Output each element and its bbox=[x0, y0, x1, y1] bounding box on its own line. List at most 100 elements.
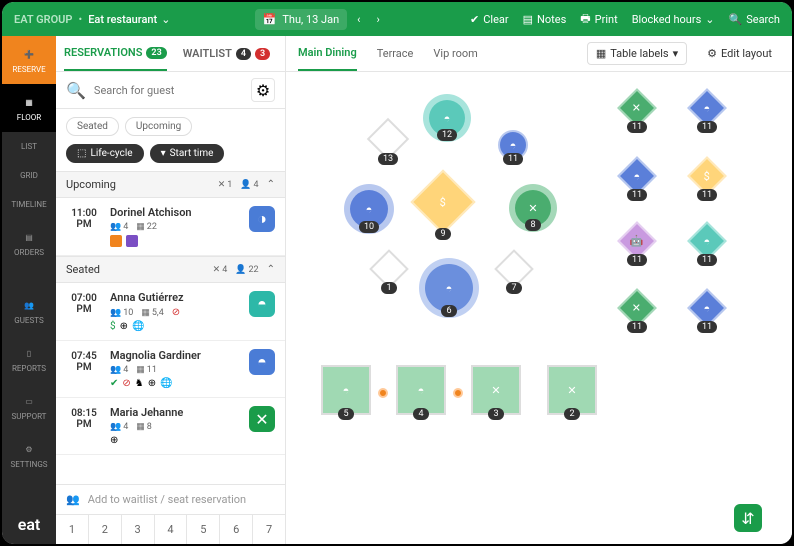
table[interactable]: ◓11 bbox=[693, 294, 721, 333]
sidebar-grid[interactable]: GRID bbox=[2, 161, 56, 190]
page-button[interactable]: 6 bbox=[220, 515, 253, 544]
sidebar-orders[interactable]: ▤ORDERS bbox=[2, 219, 56, 267]
table[interactable]: $9 bbox=[420, 179, 466, 240]
table[interactable]: ✕11 bbox=[623, 294, 651, 333]
gear-icon: ⚙ bbox=[21, 441, 37, 457]
page-button[interactable]: 5 bbox=[187, 515, 220, 544]
table[interactable]: ◓4 bbox=[396, 365, 446, 420]
sidebar-floor[interactable]: ▦FLOOR bbox=[2, 84, 56, 132]
status-badge[interactable]: ✕ bbox=[249, 406, 275, 432]
chevron-up-icon: ⌃ bbox=[267, 179, 275, 190]
filter-button[interactable]: ⚙ bbox=[251, 78, 275, 102]
table[interactable]: 13 bbox=[373, 124, 403, 165]
table[interactable]: ◓12 bbox=[429, 100, 465, 141]
logo: eat bbox=[2, 505, 56, 544]
table[interactable]: ◓11 bbox=[498, 130, 528, 165]
section-upcoming[interactable]: Upcoming ✕ 1 👤 4 ⌃ bbox=[56, 171, 285, 198]
guest-name: Maria Jehanne bbox=[110, 406, 241, 419]
sidebar-settings[interactable]: ⚙SETTINGS bbox=[2, 431, 56, 479]
blocked-hours-button[interactable]: Blocked hours ⌄ bbox=[632, 13, 715, 26]
table[interactable]: ◓11 bbox=[693, 227, 721, 266]
chip-upcoming[interactable]: Upcoming bbox=[125, 117, 192, 136]
clear-button[interactable]: ✔ Clear bbox=[470, 13, 509, 26]
floor-area: Main Dining Terrace Vip room ▦ Table lab… bbox=[286, 36, 792, 544]
reservation-time: 11:00 PM bbox=[66, 206, 102, 230]
floor-tab-terrace[interactable]: Terrace bbox=[377, 36, 414, 71]
status-badge[interactable]: ◓ bbox=[249, 349, 275, 375]
reports-icon: ▯ bbox=[21, 345, 37, 361]
page-button[interactable]: 1 bbox=[56, 515, 89, 544]
status-badge[interactable]: ◑ bbox=[249, 206, 275, 232]
floor-tab-main[interactable]: Main Dining bbox=[298, 36, 357, 71]
next-day-button[interactable]: › bbox=[370, 9, 385, 30]
table-labels-button[interactable]: ▦ Table labels ▾ bbox=[587, 42, 687, 65]
pager: 1 2 3 4 5 6 7 bbox=[56, 514, 285, 544]
page-button[interactable]: 3 bbox=[122, 515, 155, 544]
brand: EAT GROUP bbox=[14, 13, 72, 26]
floor-action-button[interactable]: ⇵ bbox=[734, 504, 762, 532]
guests-icon: 👥 bbox=[21, 297, 37, 313]
table[interactable]: ◓5 bbox=[321, 365, 371, 420]
table[interactable]: ◓11 bbox=[623, 162, 651, 201]
page-button[interactable]: 2 bbox=[89, 515, 122, 544]
floor-canvas[interactable]: ⇵ 13 ◓12 ◓11 ◓10 $9 ✕8 1 7 ◓6 ✕11 ◓11 ◓11 $11 🤖11 ◓11 ✕… bbox=[286, 72, 792, 544]
support-icon: ▭ bbox=[21, 393, 37, 409]
edit-layout-button[interactable]: ⚙ Edit layout bbox=[699, 43, 780, 64]
chevron-up-icon: ⌃ bbox=[267, 264, 275, 275]
table[interactable]: ✕2 bbox=[547, 365, 597, 420]
chevron-down-icon: ▾ bbox=[161, 148, 166, 159]
reservation-time: 07:45 PM bbox=[66, 349, 102, 373]
sidebar-timeline[interactable]: TIMELINE bbox=[2, 190, 56, 219]
chip-start-time[interactable]: ▾Start time bbox=[150, 144, 225, 163]
calendar-icon: 📅 bbox=[263, 13, 277, 26]
tab-reservations[interactable]: RESERVATIONS23 bbox=[64, 36, 167, 71]
chip-seated[interactable]: Seated bbox=[66, 117, 119, 136]
lifecycle-icon: ⬚ bbox=[77, 148, 86, 159]
reservation-card[interactable]: 11:00 PM Dorinel Atchison 👥 4▦ 22 ◑ bbox=[56, 198, 285, 256]
guest-name: Magnolia Gardiner bbox=[110, 349, 241, 362]
chip-lifecycle[interactable]: ⬚Life-cycle bbox=[66, 144, 144, 163]
table[interactable]: 1 bbox=[375, 255, 403, 294]
date-picker[interactable]: 📅 Thu, 13 Jan bbox=[255, 9, 348, 30]
sidebar: ➕RESERVE ▦FLOOR LIST GRID TIMELINE ▤ORDE… bbox=[2, 36, 56, 544]
print-button[interactable]: 🖶 Print bbox=[580, 10, 617, 29]
search-input[interactable] bbox=[94, 84, 243, 97]
table[interactable]: ✕8 bbox=[515, 190, 551, 231]
sidebar-guests[interactable]: 👥GUESTS bbox=[2, 287, 56, 335]
guest-name: Dorinel Atchison bbox=[110, 206, 241, 219]
table[interactable]: ◓6 bbox=[425, 264, 473, 317]
chevron-down-icon: ⌄ bbox=[161, 13, 170, 26]
prev-day-button[interactable]: ‹ bbox=[351, 9, 366, 30]
table[interactable]: ◓10 bbox=[350, 190, 388, 233]
sidebar-list[interactable]: LIST bbox=[2, 132, 56, 161]
status-badge[interactable]: ◓ bbox=[249, 291, 275, 317]
location-selector[interactable]: Eat restaurant bbox=[88, 13, 157, 26]
add-waitlist-button[interactable]: 👥 Add to waitlist / seat reservation bbox=[56, 485, 285, 514]
sidebar-support[interactable]: ▭SUPPORT bbox=[2, 383, 56, 431]
table[interactable]: $11 bbox=[693, 162, 721, 201]
page-button[interactable]: 7 bbox=[253, 515, 285, 544]
reservation-card[interactable]: 07:00 PM Anna Gutiérrez 👥 10▦ 5,4⊘ $⊕🌐 ◓ bbox=[56, 283, 285, 341]
reservation-time: 08:15 PM bbox=[66, 406, 102, 430]
floor-tab-vip[interactable]: Vip room bbox=[433, 36, 477, 71]
tab-waitlist[interactable]: WAITLIST43 bbox=[183, 36, 270, 71]
reservation-card[interactable]: 08:15 PM Maria Jehanne 👥 4▦ 8 ⊕ ✕ bbox=[56, 398, 285, 455]
section-seated[interactable]: Seated ✕ 4 👤 22 ⌃ bbox=[56, 256, 285, 283]
orders-icon: ▤ bbox=[21, 229, 37, 245]
guest-name: Anna Gutiérrez bbox=[110, 291, 241, 304]
sidebar-reports[interactable]: ▯REPORTS bbox=[2, 335, 56, 383]
table[interactable]: 🤖11 bbox=[623, 227, 651, 266]
table[interactable]: ✕11 bbox=[623, 94, 651, 133]
notes-button[interactable]: ▤ Notes bbox=[523, 13, 567, 26]
reservation-list: 11:00 PM Dorinel Atchison 👥 4▦ 22 ◑ Seat… bbox=[56, 198, 285, 484]
page-button[interactable]: 4 bbox=[155, 515, 188, 544]
reservations-panel: RESERVATIONS23 WAITLIST43 SERVERS 🔍 ⚙ Se… bbox=[56, 36, 286, 544]
reservation-card[interactable]: 07:45 PM Magnolia Gardiner 👥 4▦ 11 ✔⊘♞⊕🌐… bbox=[56, 341, 285, 398]
search-button[interactable]: 🔍 Search bbox=[729, 13, 781, 26]
table[interactable]: 7 bbox=[500, 255, 528, 294]
sidebar-reserve[interactable]: ➕RESERVE bbox=[2, 36, 56, 84]
people-icon: 👥 bbox=[66, 493, 80, 506]
top-bar: EAT GROUP • Eat restaurant ⌄ 📅 Thu, 13 J… bbox=[2, 2, 792, 36]
table[interactable]: ◓11 bbox=[693, 94, 721, 133]
table[interactable]: ✕3 bbox=[471, 365, 521, 420]
